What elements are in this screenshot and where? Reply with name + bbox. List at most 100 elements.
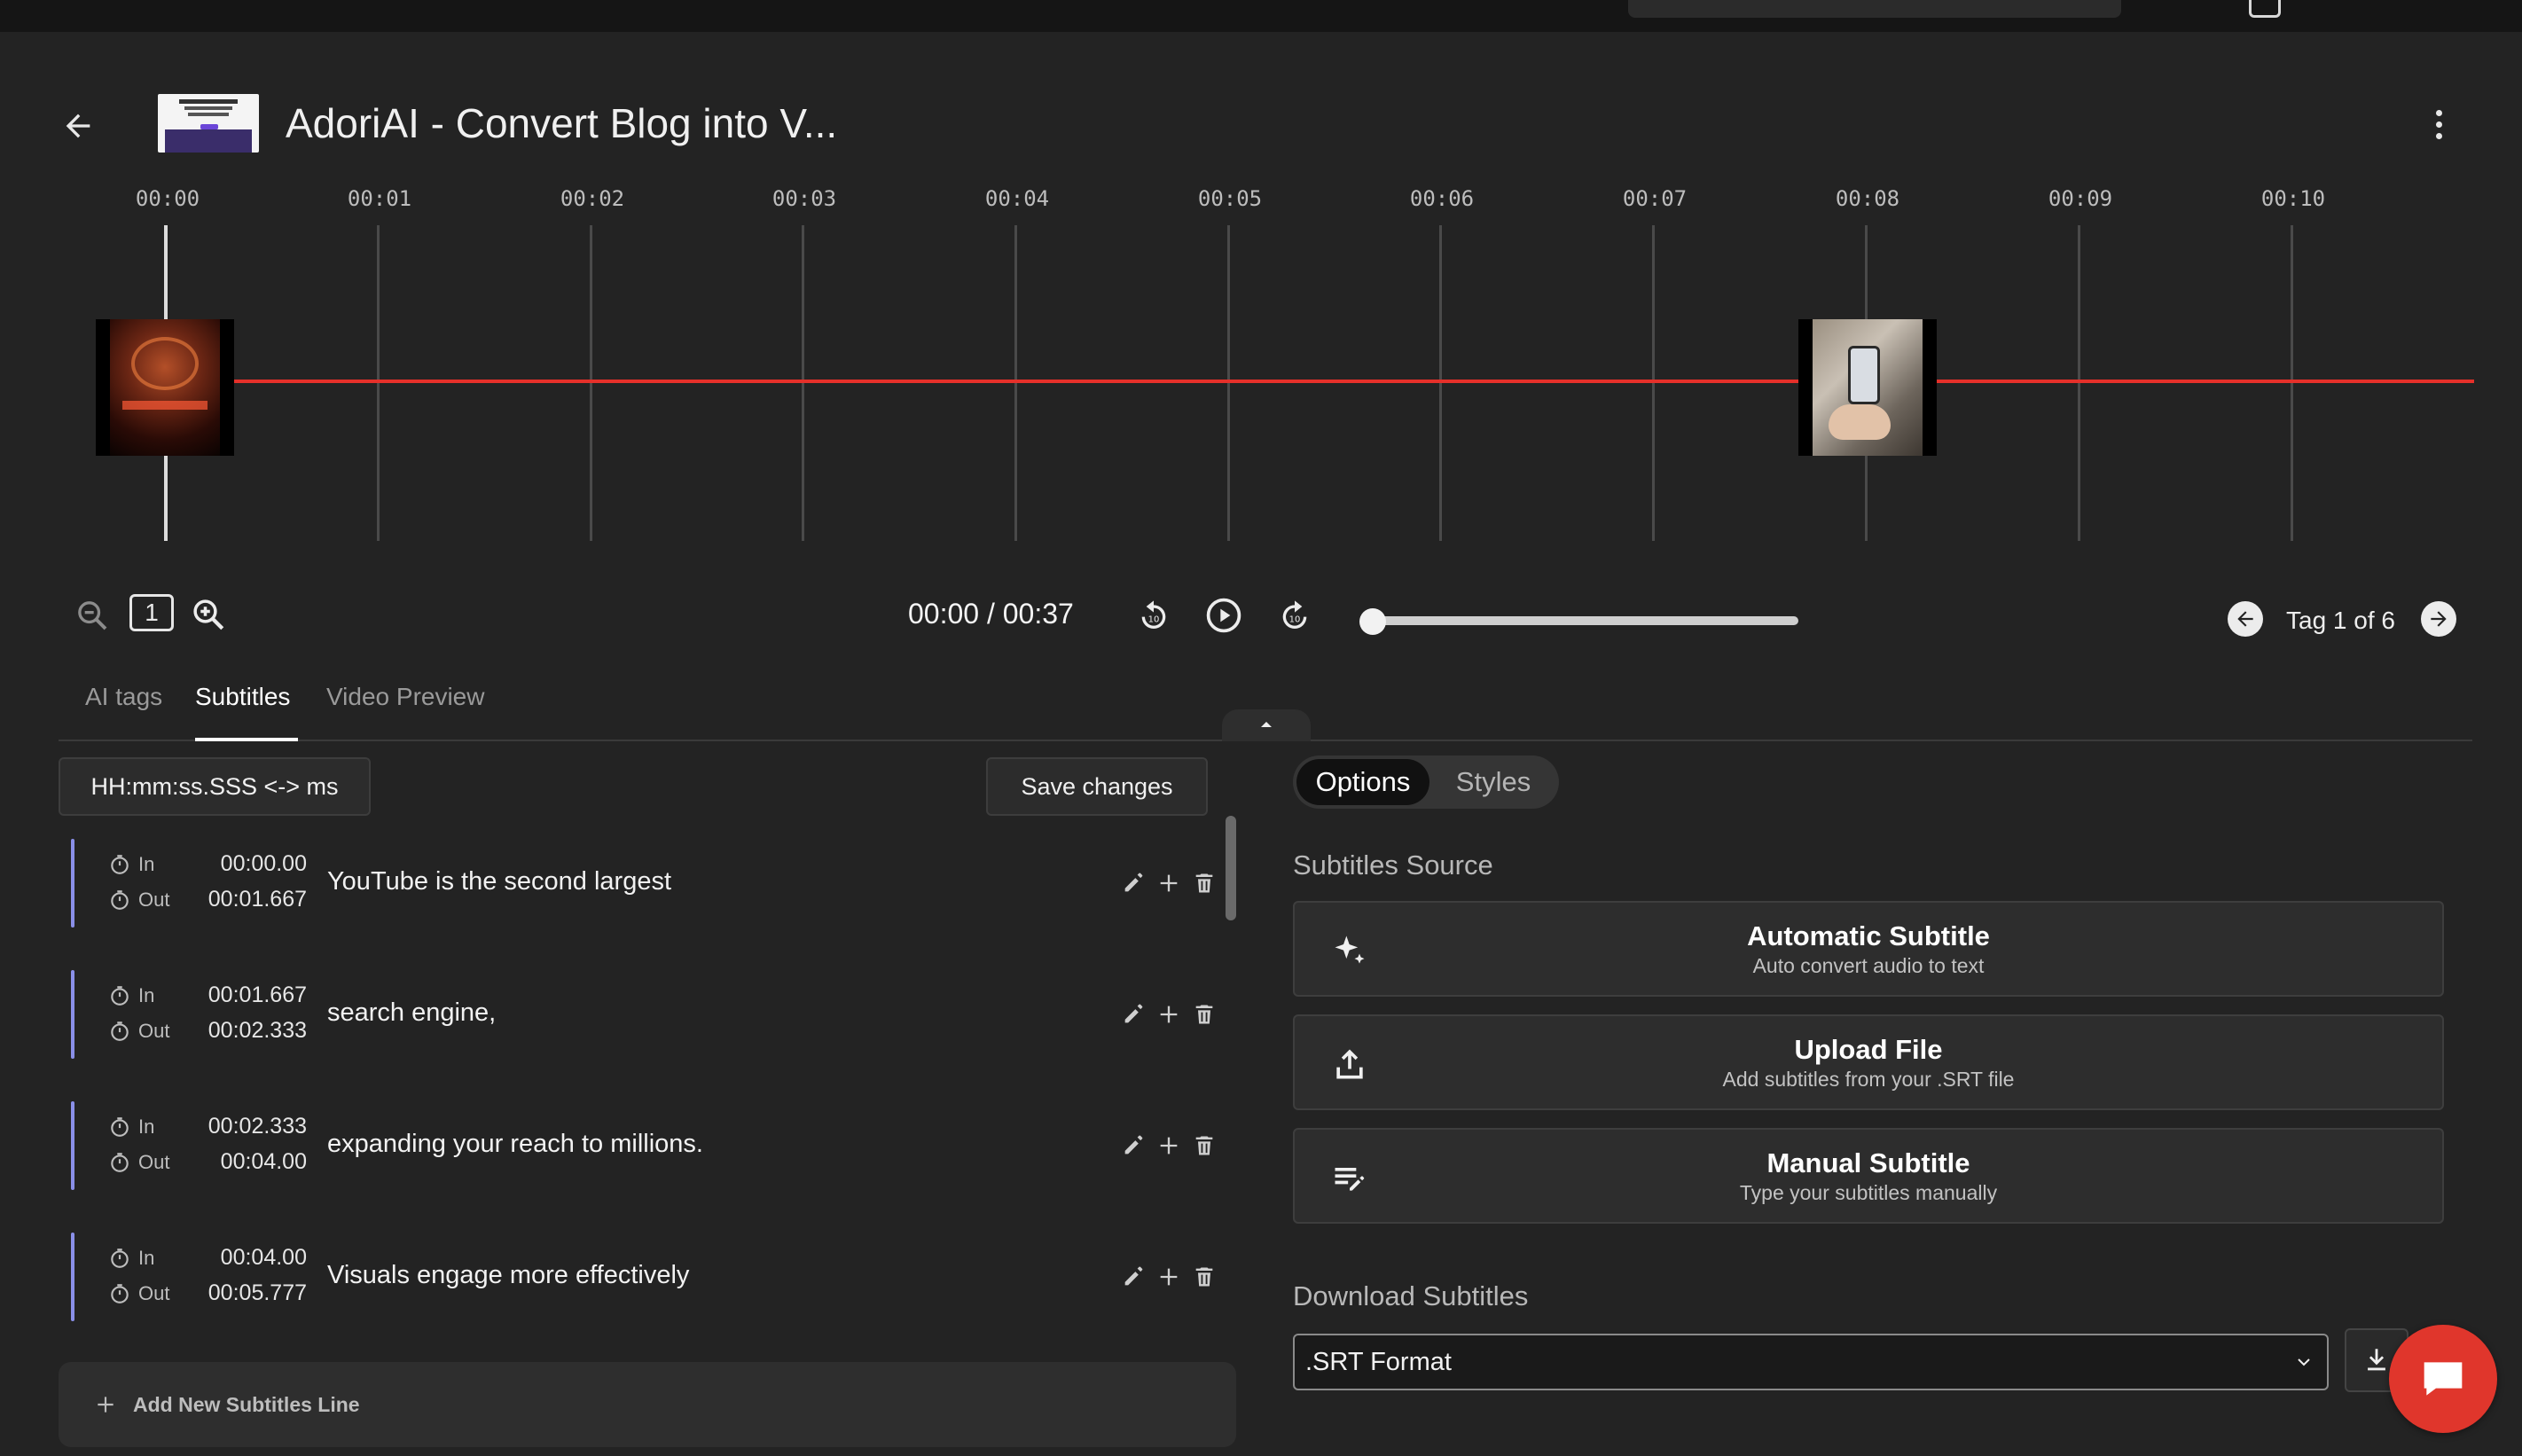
download-format-select[interactable]: .SRT Format — [1293, 1334, 2329, 1390]
subtitle-out-time[interactable]: Out 00:05.777 — [108, 1280, 307, 1306]
tab-video-preview[interactable]: Video Preview — [326, 683, 484, 711]
timer-icon — [111, 985, 129, 1006]
subtitle-in-time[interactable]: In 00:00.00 — [108, 851, 307, 877]
timeline-tick-label: 00:10 — [2260, 186, 2326, 211]
zoom-out-icon — [78, 601, 107, 630]
out-time-value: 00:04.00 — [220, 1149, 307, 1174]
timer-icon — [111, 889, 129, 910]
timeline-gridline — [2291, 225, 2293, 541]
arrow-left-icon — [2237, 611, 2253, 627]
upload-file-button[interactable]: Upload File Add subtitles from your .SRT… — [1293, 1014, 2444, 1110]
subtitle-text[interactable]: expanding your reach to millions. — [327, 1130, 703, 1159]
playback-controls: 1 00:00 / 00:37 10 10 Tag 1 of 6 — [0, 585, 2522, 647]
trash-icon — [1195, 1005, 1213, 1024]
subtitle-list-scrollbar[interactable] — [1226, 816, 1236, 920]
source-card-title: Manual Subtitle — [1766, 1147, 1970, 1178]
subtitle-text[interactable]: Visuals engage more effectively — [327, 1261, 689, 1290]
timeline-gridline — [802, 225, 804, 541]
in-time-value: 00:00.00 — [220, 851, 307, 876]
zoom-out-button[interactable] — [74, 598, 110, 638]
add-subtitle-after-button[interactable] — [1153, 998, 1185, 1030]
add-subtitle-after-button[interactable] — [1153, 1261, 1185, 1293]
timeline-tick-label: 00:01 — [347, 186, 412, 211]
play-icon — [1206, 598, 1241, 633]
delete-subtitle-button[interactable] — [1188, 1130, 1220, 1162]
timeline-tick-label: 00:09 — [2048, 186, 2113, 211]
download-subtitles-heading: Download Subtitles — [1293, 1280, 1529, 1311]
subtitle-row: In 00:00.00 Out 00:01.667 YouTube is the… — [59, 825, 1238, 931]
out-time-value: 00:02.333 — [208, 1018, 307, 1043]
collapse-panel-button[interactable] — [1222, 709, 1311, 741]
timeline[interactable]: 00:00 00:01 00:02 00:03 00:04 00:05 00:0… — [0, 186, 2522, 550]
play-button[interactable] — [1204, 596, 1243, 635]
top-search-bar[interactable] — [1628, 0, 2121, 18]
delete-subtitle-button[interactable] — [1188, 867, 1220, 899]
add-subtitle-line-button[interactable]: Add New Subtitles Line — [59, 1362, 1236, 1447]
time-format-toggle-button[interactable]: HH:mm:ss.SSS <-> ms — [59, 757, 371, 816]
subtitle-in-time[interactable]: In 00:04.00 — [108, 1245, 307, 1271]
subtitle-out-time[interactable]: Out 00:02.333 — [108, 1018, 307, 1044]
subtitle-in-time[interactable]: In 00:01.667 — [108, 982, 307, 1008]
plus-icon — [1160, 874, 1178, 892]
in-label: In — [138, 1115, 155, 1138]
subtitle-out-time[interactable]: Out 00:01.667 — [108, 887, 307, 912]
subtitle-row-marker — [71, 1101, 74, 1190]
back-button[interactable] — [59, 106, 98, 145]
more-options-button[interactable] — [2421, 103, 2456, 145]
save-changes-button[interactable]: Save changes — [986, 757, 1208, 816]
forward-10-button[interactable]: 10 — [1275, 596, 1314, 635]
segment-options[interactable]: Options — [1296, 759, 1429, 805]
subtitle-text[interactable]: YouTube is the second largest — [327, 867, 671, 896]
pencil-icon — [1124, 1266, 1143, 1286]
download-icon — [2368, 1349, 2385, 1371]
timeline-clip-thumbnail[interactable] — [96, 319, 234, 456]
timeline-clip-thumbnail[interactable] — [1798, 319, 1937, 456]
out-time-value: 00:05.777 — [208, 1280, 307, 1305]
timeline-gridline — [1014, 225, 1017, 541]
subtitle-list: In 00:00.00 Out 00:01.667 YouTube is the… — [59, 825, 1238, 1357]
previous-tag-button[interactable] — [2228, 601, 2263, 637]
timeline-tick-label: 00:02 — [560, 186, 625, 211]
chat-button[interactable] — [2389, 1325, 2497, 1433]
manual-subtitle-button[interactable]: Manual Subtitle Type your subtitles manu… — [1293, 1128, 2444, 1224]
add-subtitle-after-button[interactable] — [1153, 867, 1185, 899]
edit-subtitle-button[interactable] — [1117, 1261, 1149, 1293]
automatic-subtitle-button[interactable]: Automatic Subtitle Auto convert audio to… — [1293, 901, 2444, 997]
subtitle-out-time[interactable]: Out 00:04.00 — [108, 1149, 307, 1175]
segment-styles[interactable]: Styles — [1431, 759, 1555, 805]
chat-icon — [2424, 1362, 2463, 1396]
edit-subtitle-button[interactable] — [1117, 867, 1149, 899]
edit-subtitle-button[interactable] — [1117, 998, 1149, 1030]
timeline-gridline — [1439, 225, 1442, 541]
video-thumbnail — [158, 94, 259, 153]
svg-text:10: 10 — [1148, 615, 1160, 625]
kebab-dot-icon — [2435, 132, 2442, 139]
next-tag-button[interactable] — [2421, 601, 2456, 637]
out-label: Out — [138, 1019, 170, 1042]
seek-knob[interactable] — [1359, 608, 1386, 635]
window-icon[interactable] — [2249, 0, 2281, 18]
plus-icon — [98, 1397, 114, 1413]
subtitle-row: In 00:02.333 Out 00:04.00 expanding your… — [59, 1087, 1238, 1194]
subtitle-in-time[interactable]: In 00:02.333 — [108, 1114, 307, 1139]
arrow-left-icon — [66, 114, 90, 138]
rewind-10-button[interactable]: 10 — [1134, 596, 1173, 635]
timer-icon — [111, 1152, 129, 1172]
editor-tabs: AI tags Subtitles Video Preview — [0, 674, 2522, 741]
seek-bar[interactable] — [1371, 616, 1798, 625]
out-label: Out — [138, 1281, 170, 1304]
timeline-track — [204, 380, 2474, 383]
tab-subtitles[interactable]: Subtitles — [195, 683, 290, 711]
tab-ai-tags[interactable]: AI tags — [85, 683, 162, 711]
active-tab-indicator — [195, 738, 298, 741]
timer-icon — [111, 854, 129, 874]
in-label: In — [138, 852, 155, 875]
subtitle-text[interactable]: search engine, — [327, 998, 496, 1028]
pencil-icon — [1124, 873, 1143, 892]
edit-subtitle-button[interactable] — [1117, 1130, 1149, 1162]
delete-subtitle-button[interactable] — [1188, 1261, 1220, 1293]
add-subtitle-after-button[interactable] — [1153, 1130, 1185, 1162]
in-time-value: 00:02.333 — [208, 1114, 307, 1139]
zoom-in-button[interactable] — [190, 596, 227, 638]
delete-subtitle-button[interactable] — [1188, 998, 1220, 1030]
